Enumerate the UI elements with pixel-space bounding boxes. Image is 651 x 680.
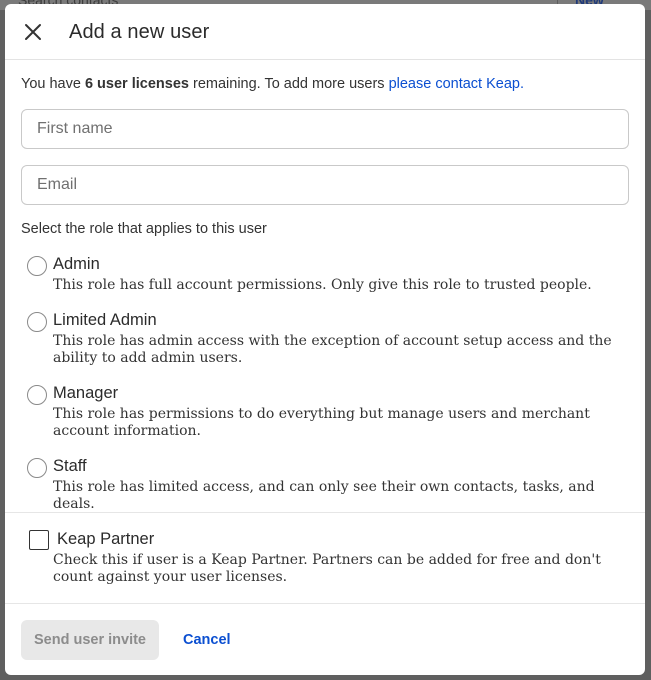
license-middle: remaining. To add more users: [188, 76, 389, 92]
role-prompt: Select the role that applies to this use…: [21, 221, 267, 237]
contact-keap-link[interactable]: please contact Keap.: [389, 76, 524, 92]
role-staff-radio[interactable]: [27, 458, 47, 478]
send-user-invite-button[interactable]: Send user invite: [21, 620, 159, 660]
footer-divider: [5, 603, 645, 604]
first-name-input[interactable]: [21, 109, 629, 149]
license-count: 6 user licenses: [84, 76, 189, 92]
role-staff-description: This role has limited access, and can on…: [53, 479, 595, 512]
email-input[interactable]: [21, 165, 629, 205]
keap-partner-description: Check this if user is a Keap Partner. Pa…: [53, 552, 601, 585]
license-notice: You have 6 user licenses remaining. To a…: [21, 76, 524, 92]
modal-header: Add a new user: [5, 4, 645, 60]
role-manager-description: This role has permissions to do everythi…: [53, 406, 590, 439]
modal-title: Add a new user: [69, 21, 210, 43]
close-icon: [25, 24, 41, 40]
close-button[interactable]: [21, 20, 45, 44]
section-divider: [5, 512, 645, 513]
role-manager-label: Manager: [53, 384, 119, 402]
role-limited-admin-label: Limited Admin: [53, 311, 157, 329]
role-manager-radio[interactable]: [27, 385, 47, 405]
role-staff-label: Staff: [53, 457, 87, 475]
role-limited-admin-description: This role has admin access with the exce…: [53, 333, 612, 366]
cancel-button[interactable]: Cancel: [175, 620, 239, 660]
keap-partner-checkbox[interactable]: [29, 530, 49, 550]
keap-partner-label: Keap Partner: [57, 530, 155, 548]
license-prefix: You have: [21, 76, 85, 92]
role-admin-label: Admin: [53, 255, 100, 273]
add-user-modal: Add a new user You have 6 user licenses …: [5, 4, 645, 675]
role-limited-admin-radio[interactable]: [27, 312, 47, 332]
role-admin-description: This role has full account permissions. …: [53, 277, 592, 293]
role-admin-radio[interactable]: [27, 256, 47, 276]
